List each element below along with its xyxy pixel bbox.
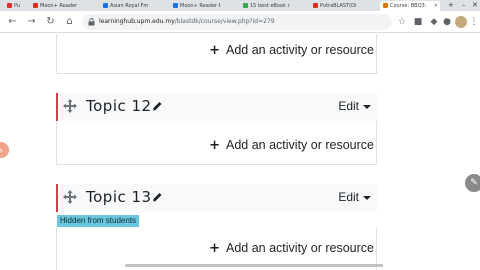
- reload-icon[interactable]: ↻: [44, 15, 57, 28]
- browser-tab[interactable]: 15 best eBook r: [240, 1, 300, 11]
- tab-favicon-icon: [313, 3, 318, 8]
- edit-label: Edit: [338, 99, 359, 113]
- browser-tab-active[interactable]: Course: BBQ3: ✕: [380, 1, 440, 11]
- tab-title: Course: BBQ3:: [390, 3, 427, 9]
- hidden-badge: Hidden from students: [57, 215, 140, 227]
- move-icon[interactable]: [63, 99, 77, 113]
- section-header-topic-13: Topic 13 Edit: [56, 184, 377, 212]
- section-title[interactable]: Topic 12: [86, 97, 152, 115]
- tab-title: 15 best eBook r: [250, 3, 290, 9]
- back-arrow-icon[interactable]: ←: [6, 15, 19, 28]
- tab-title: PutraBLAST(Di: [320, 3, 357, 9]
- extension-icon[interactable]: ■: [412, 16, 424, 28]
- add-activity-label: Add an activity or resource: [226, 43, 374, 57]
- add-activity-button[interactable]: + Add an activity or resource: [209, 241, 374, 255]
- edit-pencil-icon[interactable]: ✎: [465, 174, 480, 192]
- add-activity-button[interactable]: + Add an activity or resource: [209, 138, 374, 152]
- forward-arrow-icon[interactable]: →: [25, 15, 38, 28]
- pencil-icon[interactable]: [152, 191, 162, 203]
- address-bar[interactable]: learninghub.upm.edu.my/blastdk/course/vi…: [82, 14, 392, 30]
- course-page: + Add an activity or resource Topic 12 E…: [0, 34, 480, 270]
- url-text: learninghub.upm.edu.my/blastdk/course/vi…: [99, 14, 275, 30]
- tab-favicon-icon: [7, 3, 12, 8]
- caret-down-icon: [363, 195, 371, 200]
- tab-title: Pu: [14, 3, 21, 9]
- add-activity-button[interactable]: + Add an activity or resource: [209, 43, 374, 57]
- new-tab-icon[interactable]: +: [448, 0, 454, 10]
- section-title[interactable]: Topic 13: [86, 188, 152, 206]
- drawer-toggle-icon[interactable]: ›: [0, 142, 9, 158]
- plus-icon: +: [209, 42, 220, 58]
- browser-tab[interactable]: Asian Royal Fm: [100, 1, 150, 11]
- url-path: /blastdk/course/view.php?id=279: [174, 18, 275, 25]
- tab-title: Moon+ Reader Pr: [180, 3, 220, 9]
- close-icon[interactable]: ✕: [434, 1, 438, 11]
- browser-tab[interactable]: PutraBLAST(Di: [310, 1, 372, 11]
- edit-label: Edit: [338, 190, 359, 204]
- minimize-icon[interactable]: –: [462, 0, 466, 10]
- extension-icon[interactable]: ◆: [428, 16, 440, 28]
- browser-tab[interactable]: Moon+ Reader Pr: [170, 1, 220, 11]
- horizontal-scrollbar[interactable]: [125, 264, 383, 267]
- menu-icon[interactable]: ⋮: [468, 16, 480, 28]
- tab-favicon-icon: [103, 3, 108, 8]
- url-host: learninghub.upm.edu.my: [99, 18, 175, 25]
- star-icon[interactable]: ☆: [396, 16, 408, 28]
- home-icon[interactable]: ⌂: [63, 15, 76, 28]
- browser-toolbar: ← → ↻ ⌂ learninghub.upm.edu.my/blastdk/c…: [0, 11, 480, 33]
- caret-down-icon: [363, 104, 371, 109]
- tab-favicon-icon: [173, 3, 178, 8]
- lock-icon: [88, 18, 95, 26]
- browser-tab[interactable]: Moon+ Reader: [30, 1, 78, 11]
- close-window-icon[interactable]: ✕: [472, 0, 478, 10]
- pencil-icon[interactable]: [152, 100, 162, 112]
- section-body: + Add an activity or resource: [56, 121, 377, 165]
- tab-favicon-icon: [243, 3, 248, 8]
- tab-favicon-icon: [383, 3, 388, 8]
- section-body: + Add an activity or resource: [56, 34, 377, 74]
- avatar[interactable]: [455, 16, 467, 28]
- move-icon[interactable]: [63, 190, 77, 204]
- add-activity-label: Add an activity or resource: [226, 241, 374, 255]
- tab-strip: Pu Moon+ Reader Asian Royal Fm Moon+ Rea…: [0, 0, 480, 11]
- add-activity-label: Add an activity or resource: [226, 138, 374, 152]
- edit-dropdown[interactable]: Edit: [338, 99, 371, 113]
- plus-icon: +: [209, 137, 220, 153]
- edit-dropdown[interactable]: Edit: [338, 190, 371, 204]
- tab-title: Moon+ Reader: [40, 3, 78, 9]
- browser-tab[interactable]: Pu: [4, 1, 24, 11]
- section-header-topic-12: Topic 12 Edit: [56, 93, 377, 121]
- plus-icon: +: [209, 240, 220, 256]
- tab-title: Asian Royal Fm: [110, 3, 149, 9]
- extension-icon[interactable]: ●: [441, 16, 453, 28]
- tab-favicon-icon: [33, 3, 38, 8]
